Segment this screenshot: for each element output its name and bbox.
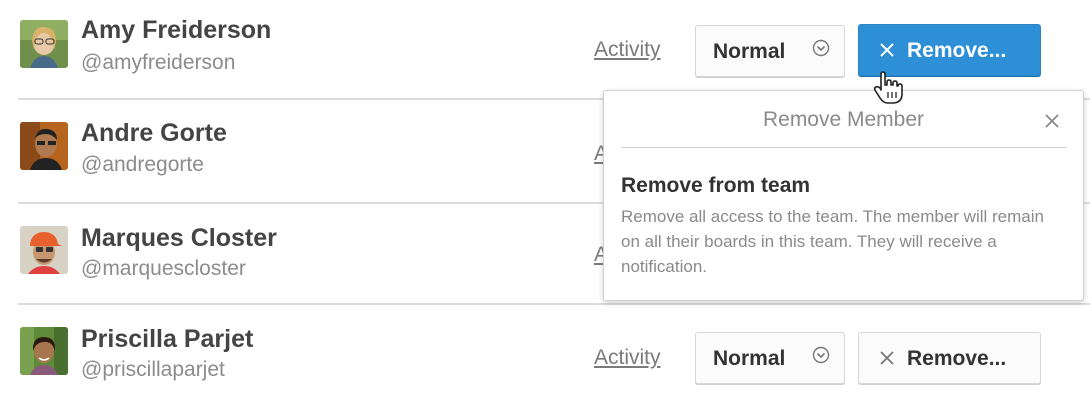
role-label: Normal (713, 347, 786, 370)
member-row-amy: Amy Freiderson @amyfreiderson Activity N… (0, 0, 1092, 100)
member-row-priscilla: Priscilla Parjet @priscillaparjet Activi… (0, 305, 1092, 404)
avatar (20, 20, 68, 68)
activity-link[interactable]: Activity (594, 345, 661, 371)
avatar (20, 226, 68, 274)
avatar (20, 327, 68, 375)
remove-from-team-description: Remove all access to the team. The membe… (621, 207, 1044, 276)
close-icon[interactable] (1043, 112, 1061, 130)
member-name: Andre Gorte (81, 119, 227, 147)
remove-member-popover: Remove Member Remove from team Remove al… (603, 90, 1084, 301)
remove-button[interactable]: Remove... (858, 24, 1041, 76)
member-name: Marques Closter (81, 224, 277, 252)
remove-from-team-option[interactable]: Remove from team (621, 173, 810, 199)
hand-pointer-cursor-icon (873, 71, 903, 104)
member-handle: @andregorte (81, 153, 204, 176)
avatar (20, 122, 68, 170)
role-label: Normal (713, 40, 786, 63)
activity-link[interactable]: Activity (594, 37, 661, 63)
chevron-down-icon (812, 39, 830, 57)
close-icon (880, 351, 894, 365)
chevron-down-icon (812, 346, 830, 364)
member-name: Amy Freiderson (81, 16, 272, 44)
member-handle: @amyfreiderson (81, 51, 236, 74)
divider (621, 147, 1066, 148)
remove-label: Remove... (907, 347, 1007, 370)
member-handle: @marquescloster (81, 257, 246, 280)
member-handle: @priscillaparjet (81, 358, 225, 381)
role-select[interactable]: Normal (695, 25, 845, 77)
role-select[interactable]: Normal (695, 332, 845, 384)
remove-button[interactable]: Remove... (858, 332, 1041, 384)
remove-label: Remove... (907, 39, 1007, 62)
member-name: Priscilla Parjet (81, 325, 254, 353)
popover-title: Remove Member (762, 108, 925, 131)
close-icon (880, 43, 894, 57)
